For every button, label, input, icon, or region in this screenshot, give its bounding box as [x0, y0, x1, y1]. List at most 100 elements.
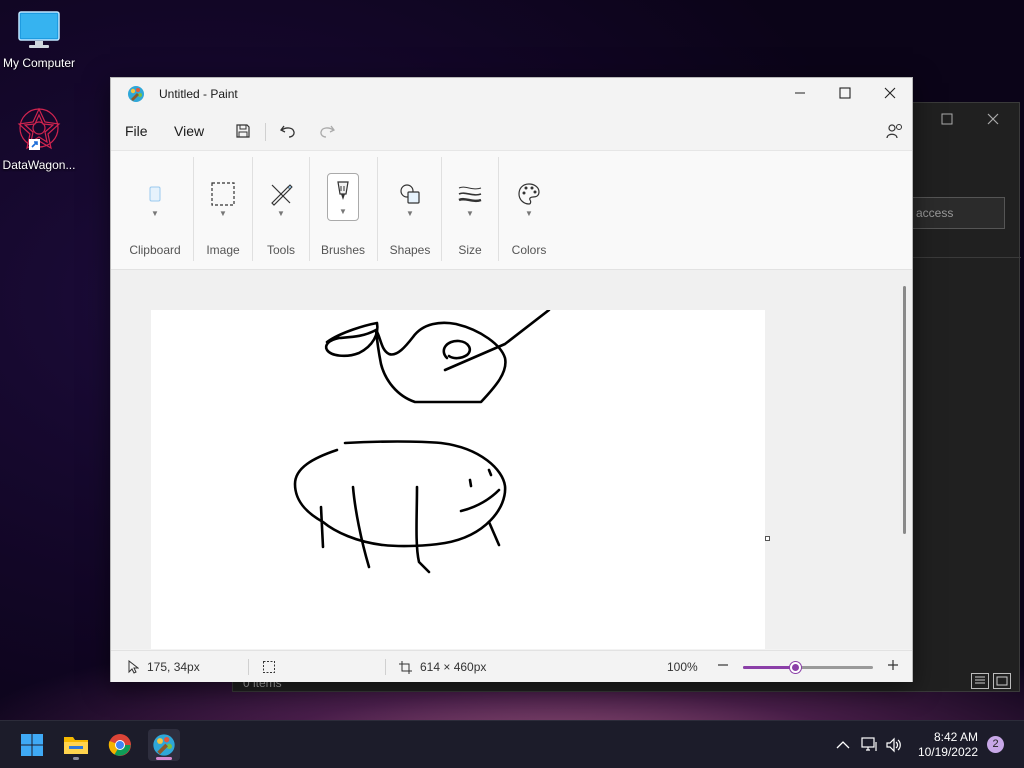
canvas-area[interactable]	[111, 270, 912, 649]
drawing-stroke-ear	[487, 468, 493, 477]
ribbon-group-brushes[interactable]: ▼ Brushes	[311, 151, 375, 269]
clock[interactable]: 8:42 AM 10/19/2022	[912, 730, 978, 760]
drawing-stroke-snout	[459, 488, 501, 513]
chevron-down-icon: ▼	[525, 209, 533, 218]
selection-icon	[263, 661, 275, 673]
title-bar[interactable]: Untitled - Paint	[111, 78, 912, 110]
zoom-in-button[interactable]	[887, 659, 899, 671]
taskbar: 8:42 AM 10/19/2022	[0, 720, 1024, 768]
drawing-stroke-loop	[442, 339, 472, 360]
cursor-position-text: 175, 34px	[147, 660, 200, 674]
maximize-button[interactable]	[822, 78, 868, 108]
chevron-down-icon: ▼	[277, 209, 285, 218]
zoom-slider-thumb[interactable]	[789, 662, 801, 673]
ribbon-divider	[377, 157, 378, 261]
network-button[interactable]	[860, 735, 880, 755]
selection-size-status	[262, 660, 276, 674]
menu-divider	[265, 123, 266, 141]
chevron-up-icon	[836, 741, 850, 749]
save-icon	[236, 124, 250, 138]
drawing-stroke-leg-4	[487, 520, 501, 547]
menu-view[interactable]: View	[174, 123, 204, 139]
clipboard-icon	[138, 177, 172, 211]
ribbon-group-image[interactable]: ▼ Image	[195, 151, 251, 269]
paint-app-icon	[153, 734, 175, 756]
window-title: Untitled - Paint	[159, 87, 238, 101]
taskbar-chrome[interactable]	[104, 729, 136, 761]
menu-bar: File View	[111, 112, 912, 150]
ribbon-group-colors[interactable]: ▼ Colors	[499, 151, 559, 269]
pencil-tools-icon	[264, 177, 298, 211]
minimize-button[interactable]	[777, 78, 823, 108]
ribbon: ▼ Clipboard ▼ Image ▼ Tools ▼ Brushes ▼ …	[111, 150, 912, 270]
ribbon-group-size[interactable]: ▼ Size	[443, 151, 497, 269]
redo-icon	[320, 125, 335, 138]
drawing-stroke-leg-1	[319, 505, 325, 549]
ribbon-divider	[193, 157, 194, 261]
menu-file[interactable]: File	[125, 123, 148, 139]
details-view-button[interactable]	[971, 673, 989, 689]
close-button[interactable]	[867, 78, 913, 108]
ribbon-divider	[441, 157, 442, 261]
ribbon-label-shapes: Shapes	[389, 243, 431, 257]
chevron-down-icon: ▼	[406, 209, 414, 218]
taskbar-file-explorer[interactable]	[60, 729, 92, 761]
ribbon-divider	[309, 157, 310, 261]
paint-window: Untitled - Paint File View ▼ Clipboard ▼…	[110, 77, 913, 682]
desktop-icon-my-computer[interactable]: My Computer	[0, 10, 78, 70]
zoom-slider-fill	[743, 666, 795, 669]
desktop-icon-label: DataWagon...	[2, 158, 76, 172]
datawagon-logo-icon	[17, 107, 61, 150]
status-divider	[248, 659, 249, 675]
background-divider	[913, 257, 1021, 258]
ribbon-group-tools[interactable]: ▼ Tools	[253, 151, 309, 269]
background-close-button[interactable]	[978, 109, 1008, 131]
folder-icon	[64, 737, 88, 754]
minus-icon	[718, 664, 728, 666]
ribbon-group-clipboard[interactable]: ▼ Clipboard	[119, 151, 191, 269]
maximize-icon	[839, 87, 851, 99]
selection-icon	[206, 177, 240, 211]
drawing-stroke-pig-body	[293, 440, 507, 548]
drawing-stroke-leg-3	[415, 485, 431, 574]
zoom-percent[interactable]: 100%	[667, 660, 698, 674]
plus-icon	[888, 660, 898, 670]
ribbon-group-shapes[interactable]: ▼ Shapes	[379, 151, 441, 269]
drawing-stroke-leg-2	[351, 485, 371, 569]
notification-badge[interactable]: 2	[987, 736, 1004, 753]
canvas-size-text: 614 × 460px	[420, 660, 487, 674]
desktop-icon-label: My Computer	[2, 56, 76, 70]
background-search-input[interactable]: access	[905, 197, 1005, 229]
ribbon-label-colors: Colors	[511, 243, 547, 257]
clock-date: 10/19/2022	[917, 745, 978, 759]
save-button[interactable]	[231, 119, 255, 143]
drawing-canvas[interactable]	[151, 310, 765, 649]
account-settings-button[interactable]	[882, 119, 906, 143]
paint-app-icon	[128, 86, 144, 102]
canvas-resize-handle[interactable]	[765, 536, 770, 541]
zoom-out-button[interactable]	[717, 659, 729, 671]
chevron-down-icon: ▼	[466, 209, 474, 218]
taskbar-paint[interactable]	[148, 729, 180, 761]
start-button[interactable]	[16, 729, 48, 761]
status-bar: 175, 34px 614 × 460px 100%	[111, 650, 912, 682]
cursor-position-status: 175, 34px	[127, 660, 200, 674]
speaker-icon	[886, 737, 901, 753]
redo-button[interactable]	[315, 119, 339, 143]
status-divider	[385, 659, 386, 675]
show-hidden-icons-button[interactable]	[833, 735, 853, 755]
tiles-view-button[interactable]	[993, 673, 1011, 689]
ribbon-label-tools: Tools	[266, 243, 295, 257]
drawing-stroke-body	[374, 321, 507, 404]
volume-button[interactable]	[884, 735, 904, 755]
undo-button[interactable]	[276, 119, 300, 143]
zoom-percent-text: 100%	[667, 660, 698, 674]
zoom-slider[interactable]	[743, 662, 873, 673]
active-indicator	[156, 757, 172, 760]
ribbon-label-clipboard: Clipboard	[129, 243, 181, 257]
pointer-icon	[128, 660, 139, 674]
vertical-scrollbar[interactable]	[903, 286, 906, 534]
background-maximize-button[interactable]	[932, 109, 962, 131]
desktop-icon-datawagon[interactable]: DataWagon...	[0, 106, 78, 172]
chevron-down-icon: ▼	[219, 209, 227, 218]
